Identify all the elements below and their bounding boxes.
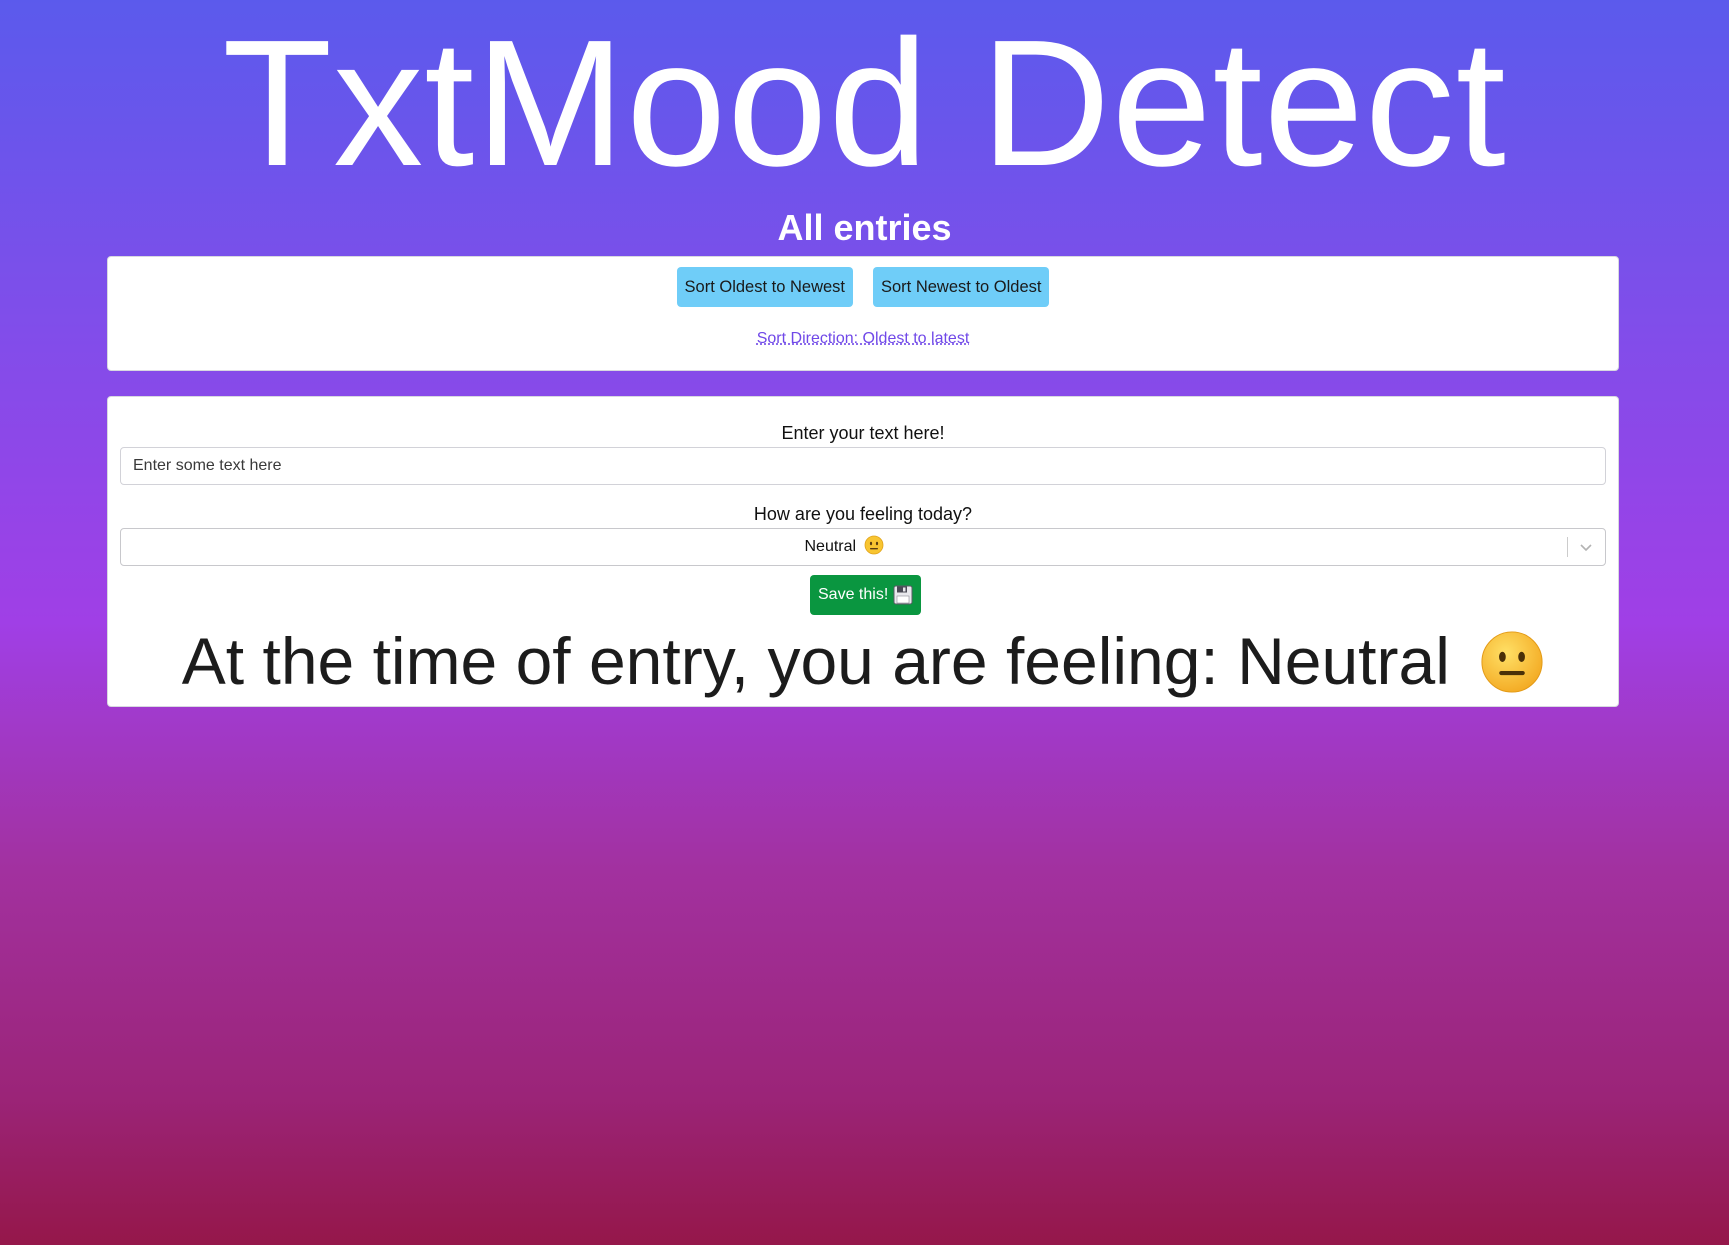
mood-selected-value: Neutral — [121, 529, 1567, 565]
sort-button-group: Sort Oldest to Newest Sort Newest to Old… — [108, 267, 1618, 307]
all-entries-heading: All entries — [777, 207, 952, 248]
save-button[interactable]: Save this! — [810, 575, 922, 615]
floppy-disk-icon — [893, 585, 913, 605]
select-divider — [1567, 537, 1568, 557]
neutral-face-icon — [864, 535, 883, 555]
mood-field-label: How are you feeling today? — [753, 504, 973, 524]
neutral-face-icon — [1481, 631, 1543, 693]
chevron-down-icon[interactable] — [1578, 539, 1594, 555]
text-field-label: Enter your text here! — [781, 423, 945, 443]
sort-direction-link[interactable]: Sort Direction: Oldest to latest — [108, 330, 1618, 348]
mood-selected-label: Neutral — [804, 538, 857, 555]
mood-result-text: At the time of entry, you are feeling: N… — [108, 621, 1618, 701]
mood-select[interactable]: Neutral — [120, 528, 1606, 566]
entry-form-panel: Enter your text here! How are you feelin… — [107, 396, 1619, 707]
entry-text-input[interactable] — [120, 447, 1606, 485]
mood-result-label: At the time of entry, you are feeling: N… — [181, 624, 1450, 698]
save-button-label: Save this! — [818, 586, 889, 603]
app-title: TxtMood Detect — [222, 3, 1507, 204]
sort-panel: Sort Oldest to Newest Sort Newest to Old… — [107, 256, 1619, 371]
sort-newest-to-oldest-button[interactable]: Sort Newest to Oldest — [873, 267, 1050, 307]
sort-oldest-to-newest-button[interactable]: Sort Oldest to Newest — [676, 267, 853, 307]
